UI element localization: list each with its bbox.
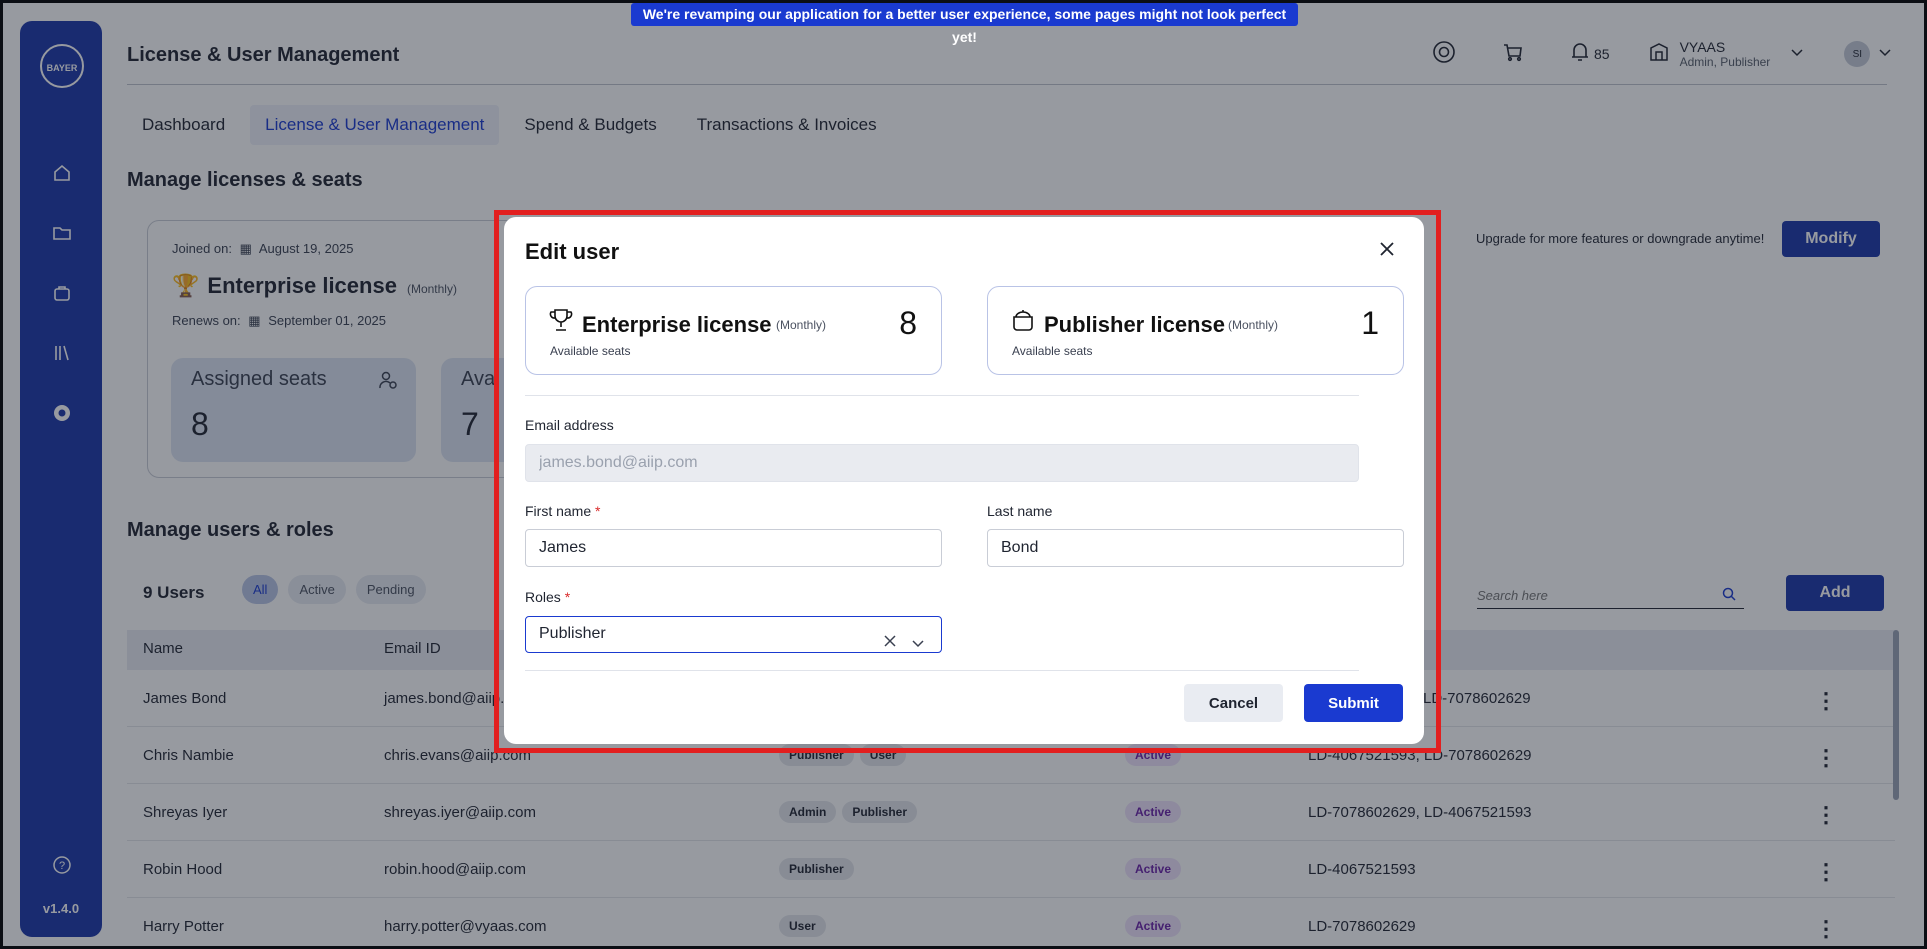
required-marker: * bbox=[595, 503, 601, 519]
roles-label: Roles * bbox=[525, 589, 571, 605]
dialog-footer-divider bbox=[525, 670, 1359, 671]
license-name: Publisher license bbox=[1044, 312, 1225, 337]
announcement-banner: We're revamping our application for a be… bbox=[631, 3, 1298, 45]
email-field bbox=[525, 444, 1359, 482]
last-name-label: Last name bbox=[987, 503, 1053, 519]
license-name: Enterprise license bbox=[582, 312, 772, 337]
publisher-license-card: Publisher license (Monthly) Available se… bbox=[987, 286, 1404, 375]
close-icon[interactable] bbox=[1373, 235, 1401, 263]
trophy-icon bbox=[548, 307, 576, 335]
last-name-field[interactable] bbox=[987, 529, 1404, 567]
first-name-field[interactable] bbox=[525, 529, 942, 567]
first-name-label: First name * bbox=[525, 503, 601, 519]
license-period: (Monthly) bbox=[1228, 318, 1279, 332]
dialog-title: Edit user bbox=[525, 239, 620, 264]
email-label: Email address bbox=[525, 417, 614, 433]
clear-icon[interactable] bbox=[883, 627, 897, 661]
edit-user-dialog: Edit user Enterprise license (Monthly) A… bbox=[504, 217, 1424, 744]
license-period: (Monthly) bbox=[776, 318, 827, 332]
roles-select[interactable]: Publisher bbox=[525, 616, 942, 653]
cancel-button[interactable]: Cancel bbox=[1184, 684, 1283, 722]
available-seats-label: Available seats bbox=[1012, 344, 1093, 358]
chevron-down-icon[interactable] bbox=[911, 628, 925, 662]
available-seats-label: Available seats bbox=[550, 344, 631, 358]
roles-selected-value: Publisher bbox=[539, 625, 606, 642]
available-seats-count: 1 bbox=[1361, 305, 1379, 341]
dialog-divider bbox=[525, 395, 1359, 396]
submit-button[interactable]: Submit bbox=[1304, 684, 1403, 722]
publisher-box-icon bbox=[1010, 307, 1038, 335]
required-marker: * bbox=[564, 589, 571, 605]
enterprise-license-card: Enterprise license (Monthly) Available s… bbox=[525, 286, 942, 375]
available-seats-count: 8 bbox=[899, 305, 917, 341]
